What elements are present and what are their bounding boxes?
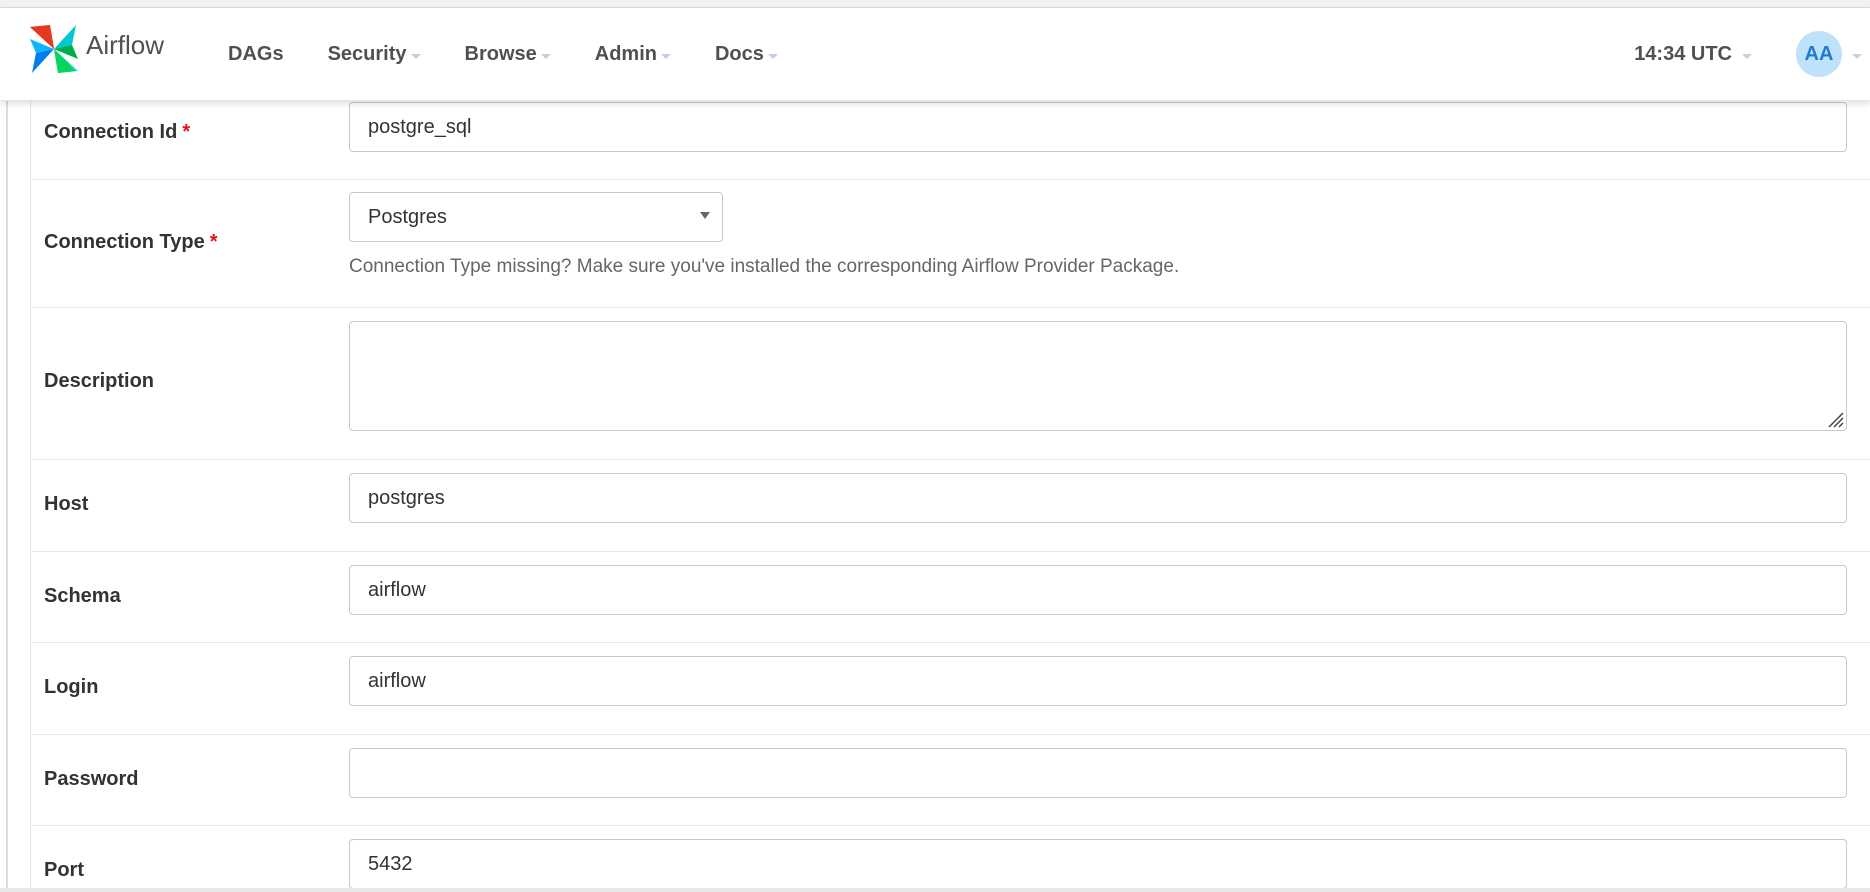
chevron-down-icon bbox=[410, 53, 421, 59]
row-login: Login airflow bbox=[31, 643, 1870, 735]
connection-id-input[interactable]: postgre_sql bbox=[349, 102, 1847, 152]
resize-grip-icon[interactable] bbox=[1824, 408, 1844, 428]
nav-dags[interactable]: DAGs bbox=[228, 43, 284, 66]
schema-input[interactable]: airflow bbox=[349, 565, 1847, 615]
chevron-down-icon bbox=[1742, 53, 1752, 59]
nav-docs-label: Docs bbox=[714, 42, 764, 65]
description-label: Description bbox=[44, 370, 155, 392]
host-label: Host bbox=[44, 493, 89, 515]
user-avatar[interactable]: AA bbox=[1796, 31, 1842, 77]
login-label: Login bbox=[44, 676, 99, 698]
connection-form: Connection Id * postgre_sql Connection Ty… bbox=[30, 100, 1870, 892]
row-connection-id: Connection Id * postgre_sql bbox=[31, 100, 1870, 180]
row-schema: Schema airflow bbox=[31, 552, 1870, 643]
connection-type-selected: Postgres bbox=[368, 205, 447, 228]
row-connection-type: Connection Type * Postgres Connection Typ… bbox=[31, 180, 1870, 308]
main-menu: DAGs Security Browse Admin Docs bbox=[228, 8, 822, 100]
chevron-down-icon bbox=[660, 53, 671, 59]
chevron-down-icon bbox=[767, 53, 778, 59]
row-description: Description bbox=[31, 308, 1870, 460]
connection-type-select[interactable]: Postgres bbox=[349, 192, 723, 242]
row-password: Password bbox=[31, 735, 1870, 826]
nav-dags-label: DAGs bbox=[228, 42, 284, 65]
clock-dropdown[interactable]: 14:34 UTC bbox=[1634, 43, 1752, 66]
chevron-down-icon bbox=[700, 212, 710, 219]
nav-docs[interactable]: Docs bbox=[715, 43, 778, 66]
airflow-pinwheel-icon bbox=[30, 25, 78, 73]
nav-security[interactable]: Security bbox=[328, 43, 421, 66]
port-input[interactable]: 5432 bbox=[349, 839, 1847, 889]
required-mark: * bbox=[182, 121, 191, 143]
chevron-down-icon bbox=[540, 53, 551, 59]
connection-id-label-text: Connection Id bbox=[44, 121, 178, 143]
nav-browse-label: Browse bbox=[464, 42, 537, 65]
row-port: Port 5432 bbox=[31, 826, 1870, 892]
required-mark: * bbox=[209, 231, 218, 253]
schema-label: Schema bbox=[44, 585, 121, 607]
nav-browse[interactable]: Browse bbox=[465, 43, 551, 66]
password-label: Password bbox=[44, 768, 139, 790]
brand-logo-link[interactable]: Airflow bbox=[26, 21, 164, 77]
password-input[interactable] bbox=[349, 748, 1847, 798]
page-left-border bbox=[6, 100, 8, 892]
clock-time: 14:34 UTC bbox=[1634, 42, 1732, 65]
connection-id-label: Connection Id * bbox=[44, 121, 190, 144]
nav-security-label: Security bbox=[327, 42, 407, 65]
description-textarea[interactable] bbox=[349, 321, 1847, 431]
connection-type-help: Connection Type missing? Make sure you'v… bbox=[349, 256, 1180, 277]
connection-type-label: Connection Type * bbox=[44, 231, 218, 254]
top-navbar: Airflow DAGs Security Browse Admin Docs … bbox=[0, 8, 1870, 101]
connection-type-label-text: Connection Type bbox=[44, 231, 205, 253]
brand-name: Airflow bbox=[86, 29, 165, 60]
page-bottom-border bbox=[0, 888, 1870, 892]
login-input[interactable]: airflow bbox=[349, 656, 1847, 706]
navbar-right: 14:34 UTC AA bbox=[1634, 8, 1870, 100]
chevron-down-icon[interactable] bbox=[1852, 53, 1862, 59]
host-input[interactable]: postgres bbox=[349, 473, 1847, 523]
nav-admin-label: Admin bbox=[594, 42, 657, 65]
browser-top-strip bbox=[0, 0, 1870, 8]
port-label: Port bbox=[44, 859, 84, 881]
nav-admin[interactable]: Admin bbox=[595, 43, 671, 66]
row-host: Host postgres bbox=[31, 460, 1870, 552]
